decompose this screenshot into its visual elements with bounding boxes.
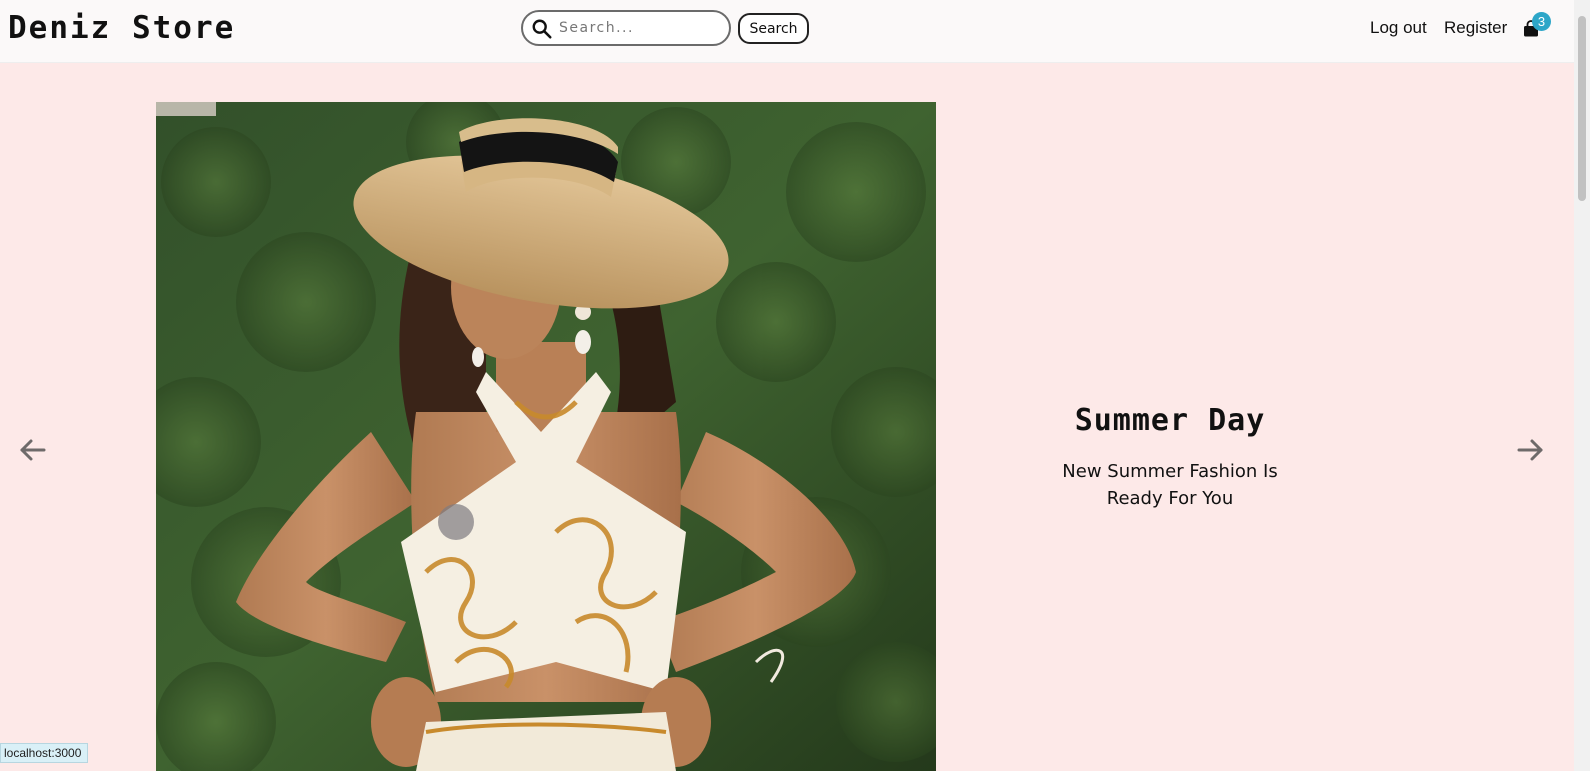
logout-link[interactable]: Log out [1370, 18, 1427, 38]
cart-button[interactable]: 3 [1520, 12, 1556, 46]
slide-info: Summer Day New Summer Fashion Is Ready F… [1020, 403, 1320, 512]
scrollbar-thumb[interactable] [1578, 16, 1586, 201]
status-url-tooltip: localhost:3000 [0, 743, 89, 763]
arrow-left-icon[interactable] [18, 437, 48, 463]
arrow-right-icon[interactable] [1515, 437, 1545, 463]
register-link[interactable]: Register [1444, 18, 1507, 38]
slide-description: New Summer Fashion Is Ready For You [1062, 461, 1278, 509]
search-icon [532, 19, 552, 39]
search-input[interactable] [557, 16, 725, 40]
slide-image [156, 102, 936, 771]
cart-count-badge: 3 [1532, 12, 1551, 31]
header: Deniz Store Search Log out Register 3 [0, 0, 1574, 63]
hero-slider: Summer Day New Summer Fashion Is Ready F… [0, 63, 1574, 771]
fashion-model-photo [156, 102, 936, 771]
search-box[interactable] [521, 10, 731, 46]
search-button[interactable]: Search [738, 13, 809, 44]
page-scrollbar[interactable] [1574, 0, 1590, 771]
brand-logo[interactable]: Deniz Store [8, 10, 235, 46]
slide-title: Summer Day [1074, 403, 1266, 438]
